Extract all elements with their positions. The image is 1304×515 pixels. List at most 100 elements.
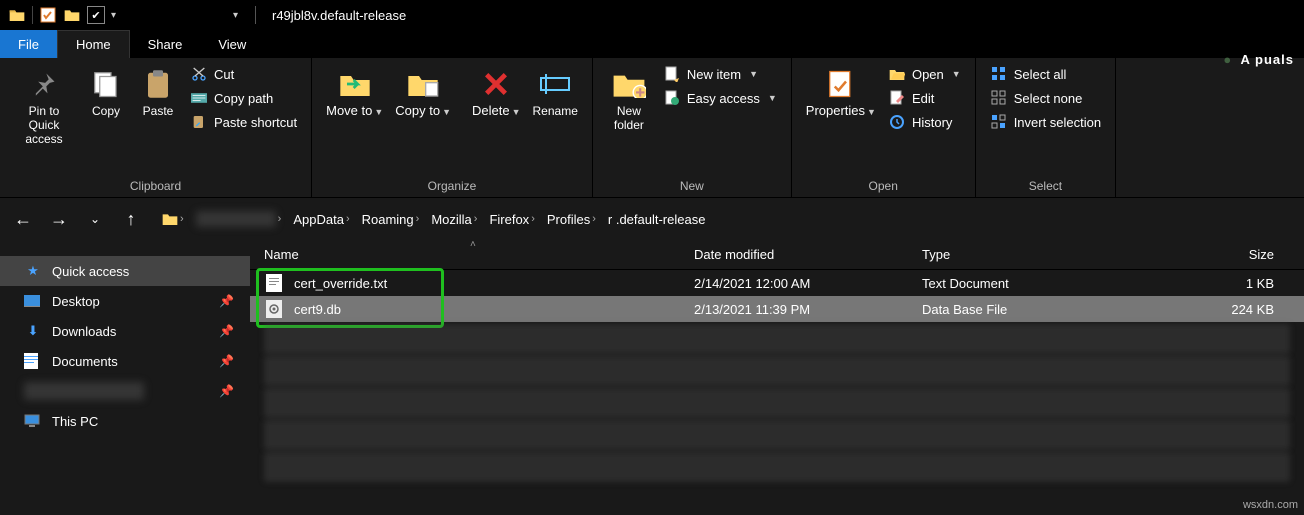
ribbon-group-open: Properties▼ Open▼ Edit History Open bbox=[792, 58, 976, 197]
forward-button[interactable]: → bbox=[46, 206, 72, 232]
sidebar-desktop[interactable]: Desktop📌 bbox=[0, 286, 250, 316]
easy-access-icon bbox=[663, 89, 681, 107]
properties-button[interactable]: Properties▼ bbox=[800, 62, 882, 123]
new-folder-button[interactable]: New folder bbox=[601, 62, 657, 136]
address-bar[interactable]: › › AppData› Roaming› Mozilla› Firefox› … bbox=[154, 204, 1034, 234]
chevron-down-icon: ▼ bbox=[512, 107, 521, 117]
new-folder-icon bbox=[611, 66, 647, 102]
pin-icon: 📌 bbox=[219, 354, 234, 368]
column-date[interactable]: Date modified bbox=[694, 247, 922, 262]
tab-view[interactable]: View bbox=[200, 30, 264, 58]
ribbon-group-new: New folder New item▼ Easy access▼ New bbox=[593, 58, 792, 197]
breadcrumb-item[interactable]: AppData› bbox=[287, 212, 355, 227]
edit-button[interactable]: Edit bbox=[886, 88, 963, 108]
source-watermark: wsxdn.com bbox=[1243, 499, 1298, 511]
select-all-icon bbox=[990, 65, 1008, 83]
menu-tabs: File Home Share View bbox=[0, 30, 1304, 58]
delete-button[interactable]: Delete▼ bbox=[466, 62, 527, 123]
chevron-down-icon: ▼ bbox=[952, 69, 961, 79]
pin-icon: 📌 bbox=[219, 384, 234, 398]
star-icon: ★ bbox=[24, 263, 42, 279]
invert-selection-button[interactable]: Invert selection bbox=[988, 112, 1103, 132]
file-row[interactable]: cert9.db 2/13/2021 11:39 PM Data Base Fi… bbox=[250, 296, 1304, 322]
paste-button[interactable]: Paste bbox=[132, 62, 184, 122]
copy-icon bbox=[88, 66, 124, 102]
breadcrumb-item[interactable]: Profiles› bbox=[541, 212, 602, 227]
column-headers: ˄ Name Date modified Type Size bbox=[250, 240, 1304, 270]
recent-dropdown[interactable]: ⌄ bbox=[82, 206, 108, 232]
copy-to-button[interactable]: Copy to▼ bbox=[389, 62, 457, 123]
group-label: Organize bbox=[320, 177, 584, 195]
pin-icon: 📌 bbox=[219, 294, 234, 308]
paste-shortcut-icon bbox=[190, 113, 208, 131]
desktop-icon bbox=[24, 295, 42, 307]
tab-share[interactable]: Share bbox=[130, 30, 201, 58]
breadcrumb-item[interactable]: Roaming› bbox=[356, 212, 426, 227]
rename-icon bbox=[537, 66, 573, 102]
breadcrumb-item[interactable]: › bbox=[190, 211, 288, 227]
file-list: cert_override.txt 2/14/2021 12:00 AM Tex… bbox=[250, 270, 1304, 515]
ribbon: Pin to Quick access Copy Paste Cut Copy … bbox=[0, 58, 1304, 198]
column-size[interactable]: Size bbox=[1142, 247, 1304, 262]
tab-home[interactable]: Home bbox=[57, 30, 130, 58]
scissors-icon bbox=[190, 65, 208, 83]
sidebar-downloads[interactable]: ⬇Downloads📌 bbox=[0, 316, 250, 346]
new-item-button[interactable]: New item▼ bbox=[661, 64, 779, 84]
rename-button[interactable]: Rename bbox=[527, 62, 584, 122]
group-label: New bbox=[601, 177, 783, 195]
qat-dropdown-icon[interactable]: ▾ bbox=[111, 10, 121, 21]
ribbon-group-organize: Move to▼ Copy to▼ Delete▼ Rename Organiz… bbox=[312, 58, 593, 197]
up-button[interactable]: ↑ bbox=[118, 206, 144, 232]
move-to-icon bbox=[337, 66, 373, 102]
easy-access-button[interactable]: Easy access▼ bbox=[661, 88, 779, 108]
chevron-down-icon: ▼ bbox=[867, 107, 876, 117]
breadcrumb-item[interactable]: Mozilla› bbox=[425, 212, 483, 227]
open-button[interactable]: Open▼ bbox=[886, 64, 963, 84]
select-all-button[interactable]: Select all bbox=[988, 64, 1103, 84]
group-label: Select bbox=[984, 177, 1107, 195]
sidebar-item-redacted[interactable]: 📌 bbox=[0, 376, 250, 406]
properties-icon bbox=[823, 66, 859, 102]
qat-check-icon[interactable]: ✔ bbox=[87, 6, 105, 24]
text-file-icon bbox=[264, 273, 284, 293]
breadcrumb-item[interactable]: Firefox› bbox=[483, 212, 540, 227]
brand-watermark: ● A puals bbox=[1223, 40, 1294, 71]
chevron-down-icon: ▼ bbox=[442, 107, 451, 117]
ribbon-group-select: Select all Select none Invert selection … bbox=[976, 58, 1116, 197]
select-none-button[interactable]: Select none bbox=[988, 88, 1103, 108]
column-type[interactable]: Type bbox=[922, 247, 1142, 262]
sidebar-this-pc[interactable]: This PC bbox=[0, 406, 250, 436]
breadcrumb-item[interactable]: r .default-release bbox=[602, 212, 712, 227]
back-button[interactable]: ← bbox=[10, 206, 36, 232]
copy-path-button[interactable]: Copy path bbox=[188, 88, 299, 108]
history-button[interactable]: History bbox=[886, 112, 963, 132]
open-icon bbox=[888, 65, 906, 83]
qat-newfolder-icon[interactable] bbox=[63, 6, 81, 24]
file-list-pane: ˄ Name Date modified Type Size cert_over… bbox=[250, 240, 1304, 515]
file-row-redacted bbox=[264, 452, 1290, 482]
copy-button[interactable]: Copy bbox=[80, 62, 132, 122]
paste-shortcut-button[interactable]: Paste shortcut bbox=[188, 112, 299, 132]
pin-quick-access-button[interactable]: Pin to Quick access bbox=[8, 62, 80, 150]
sidebar-documents[interactable]: Documents📌 bbox=[0, 346, 250, 376]
column-name[interactable]: Name bbox=[264, 247, 694, 262]
folder-icon: › bbox=[156, 212, 190, 226]
qat-properties-icon[interactable] bbox=[39, 6, 57, 24]
ribbon-min-icon[interactable]: ▾ bbox=[233, 10, 243, 21]
db-file-icon bbox=[264, 299, 284, 319]
move-to-button[interactable]: Move to▼ bbox=[320, 62, 389, 123]
edit-icon bbox=[888, 89, 906, 107]
tab-file[interactable]: File bbox=[0, 30, 57, 58]
sidebar-quick-access[interactable]: ★Quick access bbox=[0, 256, 250, 286]
content-area: ★Quick access Desktop📌 ⬇Downloads📌 Docum… bbox=[0, 240, 1304, 515]
divider bbox=[255, 6, 256, 24]
sort-indicator-icon: ˄ bbox=[470, 239, 476, 250]
cut-button[interactable]: Cut bbox=[188, 64, 299, 84]
file-row[interactable]: cert_override.txt 2/14/2021 12:00 AM Tex… bbox=[250, 270, 1304, 296]
new-item-icon bbox=[663, 65, 681, 83]
history-icon bbox=[888, 113, 906, 131]
title-bar: ✔ ▾ ▾ r49jbl8v.default-release bbox=[0, 0, 1304, 30]
pc-icon bbox=[24, 414, 42, 428]
file-row-redacted bbox=[264, 420, 1290, 450]
delete-icon bbox=[478, 66, 514, 102]
